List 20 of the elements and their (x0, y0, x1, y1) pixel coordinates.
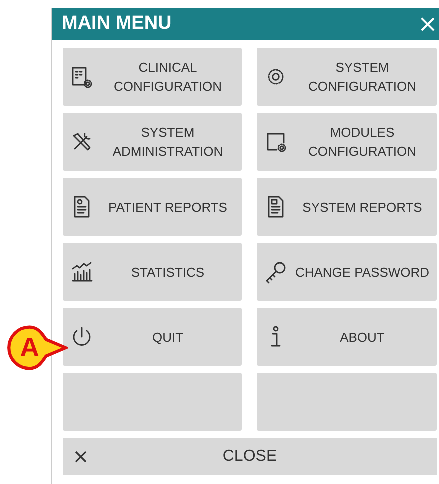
close-button[interactable]: CLOSE (63, 438, 437, 475)
key-icon (264, 260, 288, 284)
menu-button[interactable]: PATIENT REPORTS (63, 178, 242, 236)
menu-button[interactable]: CLINICAL CONFIGURATION (63, 48, 242, 106)
menu-button[interactable]: QUIT (63, 308, 242, 366)
menu-button[interactable]: MODULES CONFIGURATION (257, 113, 437, 171)
menu-button[interactable]: SYSTEM ADMINISTRATION (63, 113, 242, 171)
menu-button[interactable]: CHANGE PASSWORD (257, 243, 437, 301)
bar-chart-icon (70, 260, 94, 284)
menu-button[interactable]: SYSTEM REPORTS (257, 178, 437, 236)
menu-button[interactable]: SYSTEM CONFIGURATION (257, 48, 437, 106)
gear-document-icon (70, 65, 94, 89)
empty-button[interactable] (63, 373, 242, 431)
window-title: MAIN MENU (62, 13, 172, 35)
empty-button[interactable] (257, 373, 437, 431)
close-button[interactable]: × (418, 12, 439, 36)
close-icon (73, 448, 89, 464)
menu-button[interactable]: STATISTICS (63, 243, 242, 301)
menu-button[interactable]: ABOUT (257, 308, 437, 366)
callout-badge: A (6, 324, 68, 372)
